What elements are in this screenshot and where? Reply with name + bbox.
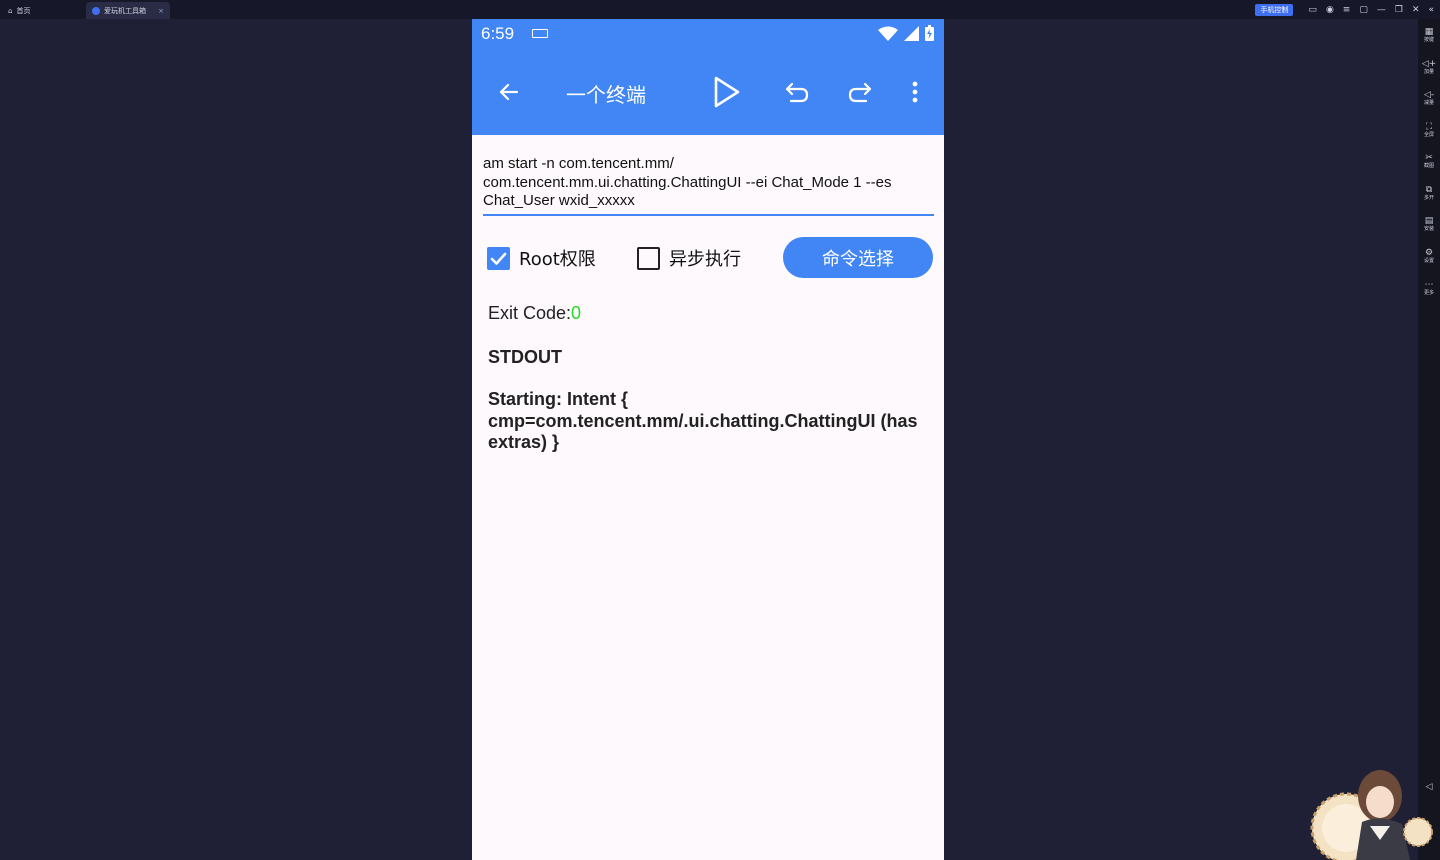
emulator-sidebar: ▦ 按键 ◁+ 加量 ◁- 减量 ⛶ 全屏 ✂ 截图 ⧉ 多开 ▤ 安装 ⚙ 设… bbox=[1418, 19, 1440, 860]
minimize-icon[interactable]: — bbox=[1377, 5, 1386, 15]
settings-icon: ⚙ bbox=[1424, 248, 1434, 258]
sidebar-item-more[interactable]: ⋯ 更多 bbox=[1418, 280, 1440, 297]
redo-icon bbox=[848, 82, 872, 103]
arrow-left-icon bbox=[499, 83, 519, 101]
async-label[interactable]: 异步执行 bbox=[669, 245, 741, 271]
more-vert-icon bbox=[912, 81, 918, 103]
overflow-menu-button[interactable] bbox=[897, 74, 933, 110]
exit-code: Exit Code:0 bbox=[488, 303, 581, 324]
scissors-icon: ✂ bbox=[1425, 153, 1433, 163]
tab-app[interactable]: 爱玩机工具箱 × bbox=[86, 2, 170, 19]
window-controls: 手机控制 ▭ ◉ ≡ ▢ — ❐ ✕ « bbox=[1255, 2, 1434, 17]
window-mode-icon[interactable]: ▢ bbox=[1359, 5, 1368, 15]
restore-icon[interactable]: ❐ bbox=[1395, 5, 1403, 15]
command-input-underline bbox=[483, 214, 934, 216]
menu-icon[interactable]: ≡ bbox=[1343, 5, 1351, 15]
root-checkbox[interactable] bbox=[487, 247, 510, 270]
command-select-button[interactable]: 命令选择 bbox=[783, 237, 933, 278]
sidebar-item-multi[interactable]: ⧉ 多开 bbox=[1418, 185, 1440, 202]
redo-button[interactable] bbox=[842, 74, 878, 110]
fullscreen-icon: ⛶ bbox=[1425, 122, 1433, 132]
command-input[interactable]: am start -n com.tencent.mm/ com.tencent.… bbox=[483, 155, 934, 211]
page-title: 一个终端 bbox=[566, 83, 646, 107]
status-icons bbox=[878, 25, 934, 41]
undo-button[interactable] bbox=[779, 74, 815, 110]
sidebar-item-volume-up[interactable]: ◁+ 加量 bbox=[1418, 59, 1440, 76]
exit-code-label: Exit Code: bbox=[488, 303, 572, 323]
keyboard-status-icon bbox=[532, 29, 548, 38]
gamepad-icon[interactable]: ▭ bbox=[1308, 5, 1317, 15]
exit-code-value: 0 bbox=[571, 303, 582, 323]
sidebar-item-settings[interactable]: ⚙ 设置 bbox=[1418, 248, 1440, 265]
tab-home-label: 首页 bbox=[16, 6, 31, 15]
play-icon bbox=[714, 76, 740, 108]
wifi-icon bbox=[878, 26, 898, 41]
collapse-icon[interactable]: « bbox=[1428, 5, 1434, 15]
volume-up-icon: ◁+ bbox=[1421, 59, 1437, 69]
sidebar-item-keys[interactable]: ▦ 按键 bbox=[1418, 27, 1440, 44]
battery-icon bbox=[925, 25, 934, 41]
stdout-header: STDOUT bbox=[488, 347, 562, 367]
signal-icon bbox=[904, 25, 919, 41]
undo-icon bbox=[785, 82, 809, 103]
multi-open-icon: ⧉ bbox=[1425, 185, 1433, 195]
more-icon: ⋯ bbox=[1424, 280, 1434, 290]
async-checkbox[interactable] bbox=[637, 247, 660, 270]
mascot-image bbox=[1310, 770, 1433, 860]
check-icon bbox=[490, 252, 507, 265]
home-icon: ⌂ bbox=[8, 6, 13, 15]
app-icon bbox=[92, 6, 100, 15]
status-time: 6:59 bbox=[481, 24, 515, 43]
emulator-tab-bar: ⌂ 首页 爱玩机工具箱 × 手机控制 ▭ ◉ ≡ ▢ — ❐ ✕ « bbox=[0, 0, 1440, 19]
run-button[interactable] bbox=[709, 74, 745, 110]
tab-home[interactable]: ⌂ 首页 bbox=[8, 2, 30, 19]
sidebar-item-screenshot[interactable]: ✂ 截图 bbox=[1418, 153, 1440, 170]
keyboard-icon: ▦ bbox=[1424, 27, 1434, 37]
sidebar-item-volume-down[interactable]: ◁- 减量 bbox=[1418, 90, 1440, 107]
app-bar: 一个终端 bbox=[472, 50, 944, 135]
close-icon[interactable]: ✕ bbox=[1412, 5, 1420, 15]
sidebar-item-fullscreen[interactable]: ⛶ 全屏 bbox=[1418, 122, 1440, 139]
phone-screen: 6:59 一个终端 am start -n com.tencent.mm/ co… bbox=[472, 19, 944, 860]
sidebar-item-install[interactable]: ▤ 安装 bbox=[1418, 216, 1440, 233]
back-button[interactable] bbox=[491, 74, 527, 110]
stdout-text: Starting: Intent { cmp=com.tencent.mm/.u… bbox=[488, 389, 918, 452]
tab-close-icon[interactable]: × bbox=[158, 7, 164, 15]
volume-down-icon: ◁- bbox=[1423, 90, 1435, 100]
account-icon[interactable]: ◉ bbox=[1326, 5, 1334, 15]
root-label[interactable]: Root权限 bbox=[519, 245, 596, 271]
install-icon: ▤ bbox=[1424, 216, 1434, 226]
status-bar: 6:59 bbox=[472, 19, 944, 50]
phone-control-button[interactable]: 手机控制 bbox=[1255, 3, 1294, 16]
tab-app-label: 爱玩机工具箱 bbox=[104, 6, 146, 15]
